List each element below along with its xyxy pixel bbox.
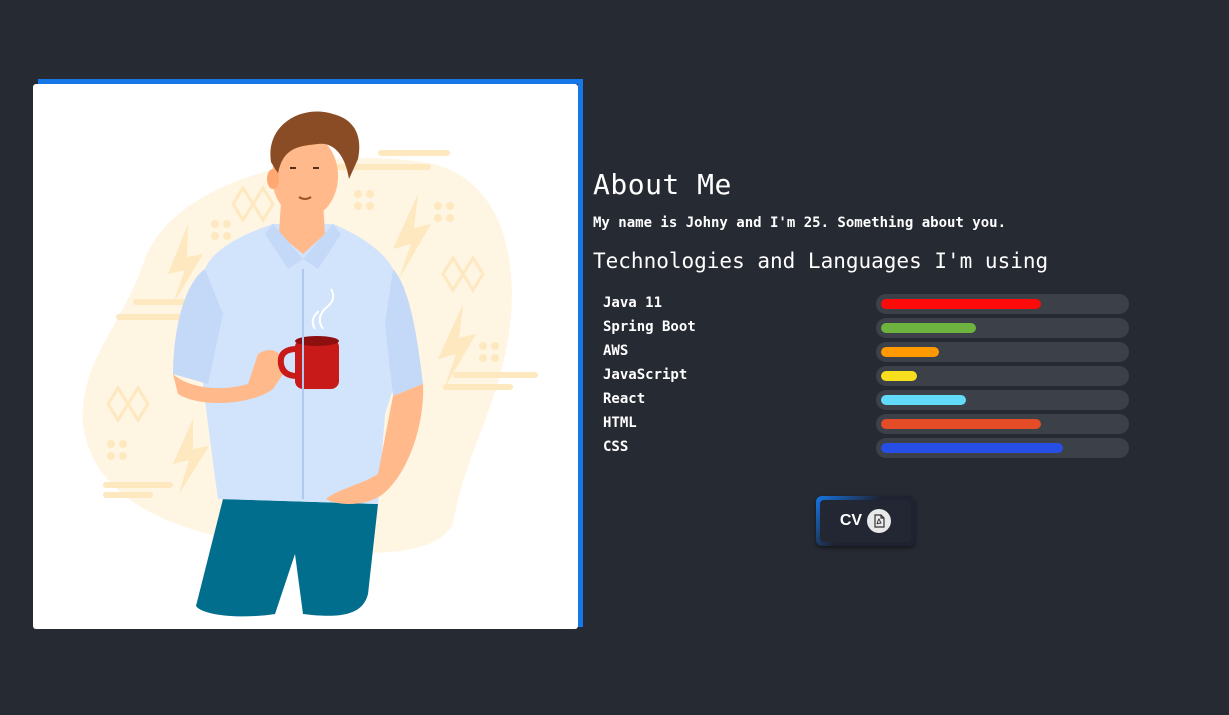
skill-bar-fill	[881, 443, 1063, 453]
skill-bar-track	[876, 342, 1129, 362]
skill-row: Java 11	[593, 292, 1153, 316]
skill-name: HTML	[603, 415, 637, 431]
skill-row: React	[593, 388, 1153, 412]
skill-bar-fill	[881, 395, 966, 405]
skill-name: React	[603, 391, 646, 407]
about-title: About Me	[593, 168, 732, 201]
skill-bar-fill	[881, 323, 976, 333]
pdf-file-icon[interactable]	[867, 509, 892, 533]
skill-bar-fill	[881, 419, 1041, 429]
skill-row: CSS	[593, 436, 1153, 460]
skill-bar-fill	[881, 299, 1041, 309]
skill-bar-track	[876, 366, 1129, 386]
frame-accent-right	[578, 79, 583, 627]
skill-row: AWS	[593, 340, 1153, 364]
skill-bar-track	[876, 414, 1129, 434]
skill-bar-track	[876, 318, 1129, 338]
cv-button-inner[interactable]: CV	[820, 500, 911, 542]
skill-row: HTML	[593, 412, 1153, 436]
skill-bar-fill	[881, 347, 939, 357]
technologies-title: Technologies and Languages I'm using	[593, 249, 1049, 273]
skill-bar-track	[876, 390, 1129, 410]
about-intro: My name is Johny and I'm 25. Something a…	[593, 215, 1007, 231]
skill-row: JavaScript	[593, 364, 1153, 388]
skill-bar-fill	[881, 371, 917, 381]
skill-bar-track	[876, 438, 1129, 458]
profile-illustration	[33, 84, 578, 629]
page: About Me My name is Johny and I'm 25. So…	[0, 0, 1229, 715]
skill-name: CSS	[603, 439, 629, 455]
man-with-coffee-illustration	[82, 111, 538, 617]
skill-row: Spring Boot	[593, 316, 1153, 340]
skills-list: Java 11 Spring Boot AWS JavaScript React…	[593, 292, 1153, 460]
skill-name: Java 11	[603, 295, 663, 311]
cv-download-button[interactable]: CV	[816, 496, 915, 546]
profile-illustration-frame	[33, 79, 583, 629]
skill-bar-track	[876, 294, 1129, 314]
skill-name: AWS	[603, 343, 629, 359]
skill-name: JavaScript	[603, 367, 688, 383]
about-section: About Me My name is Johny and I'm 25. So…	[593, 160, 1153, 460]
skill-name: Spring Boot	[603, 319, 696, 335]
cv-button-label[interactable]: CV	[840, 512, 862, 530]
